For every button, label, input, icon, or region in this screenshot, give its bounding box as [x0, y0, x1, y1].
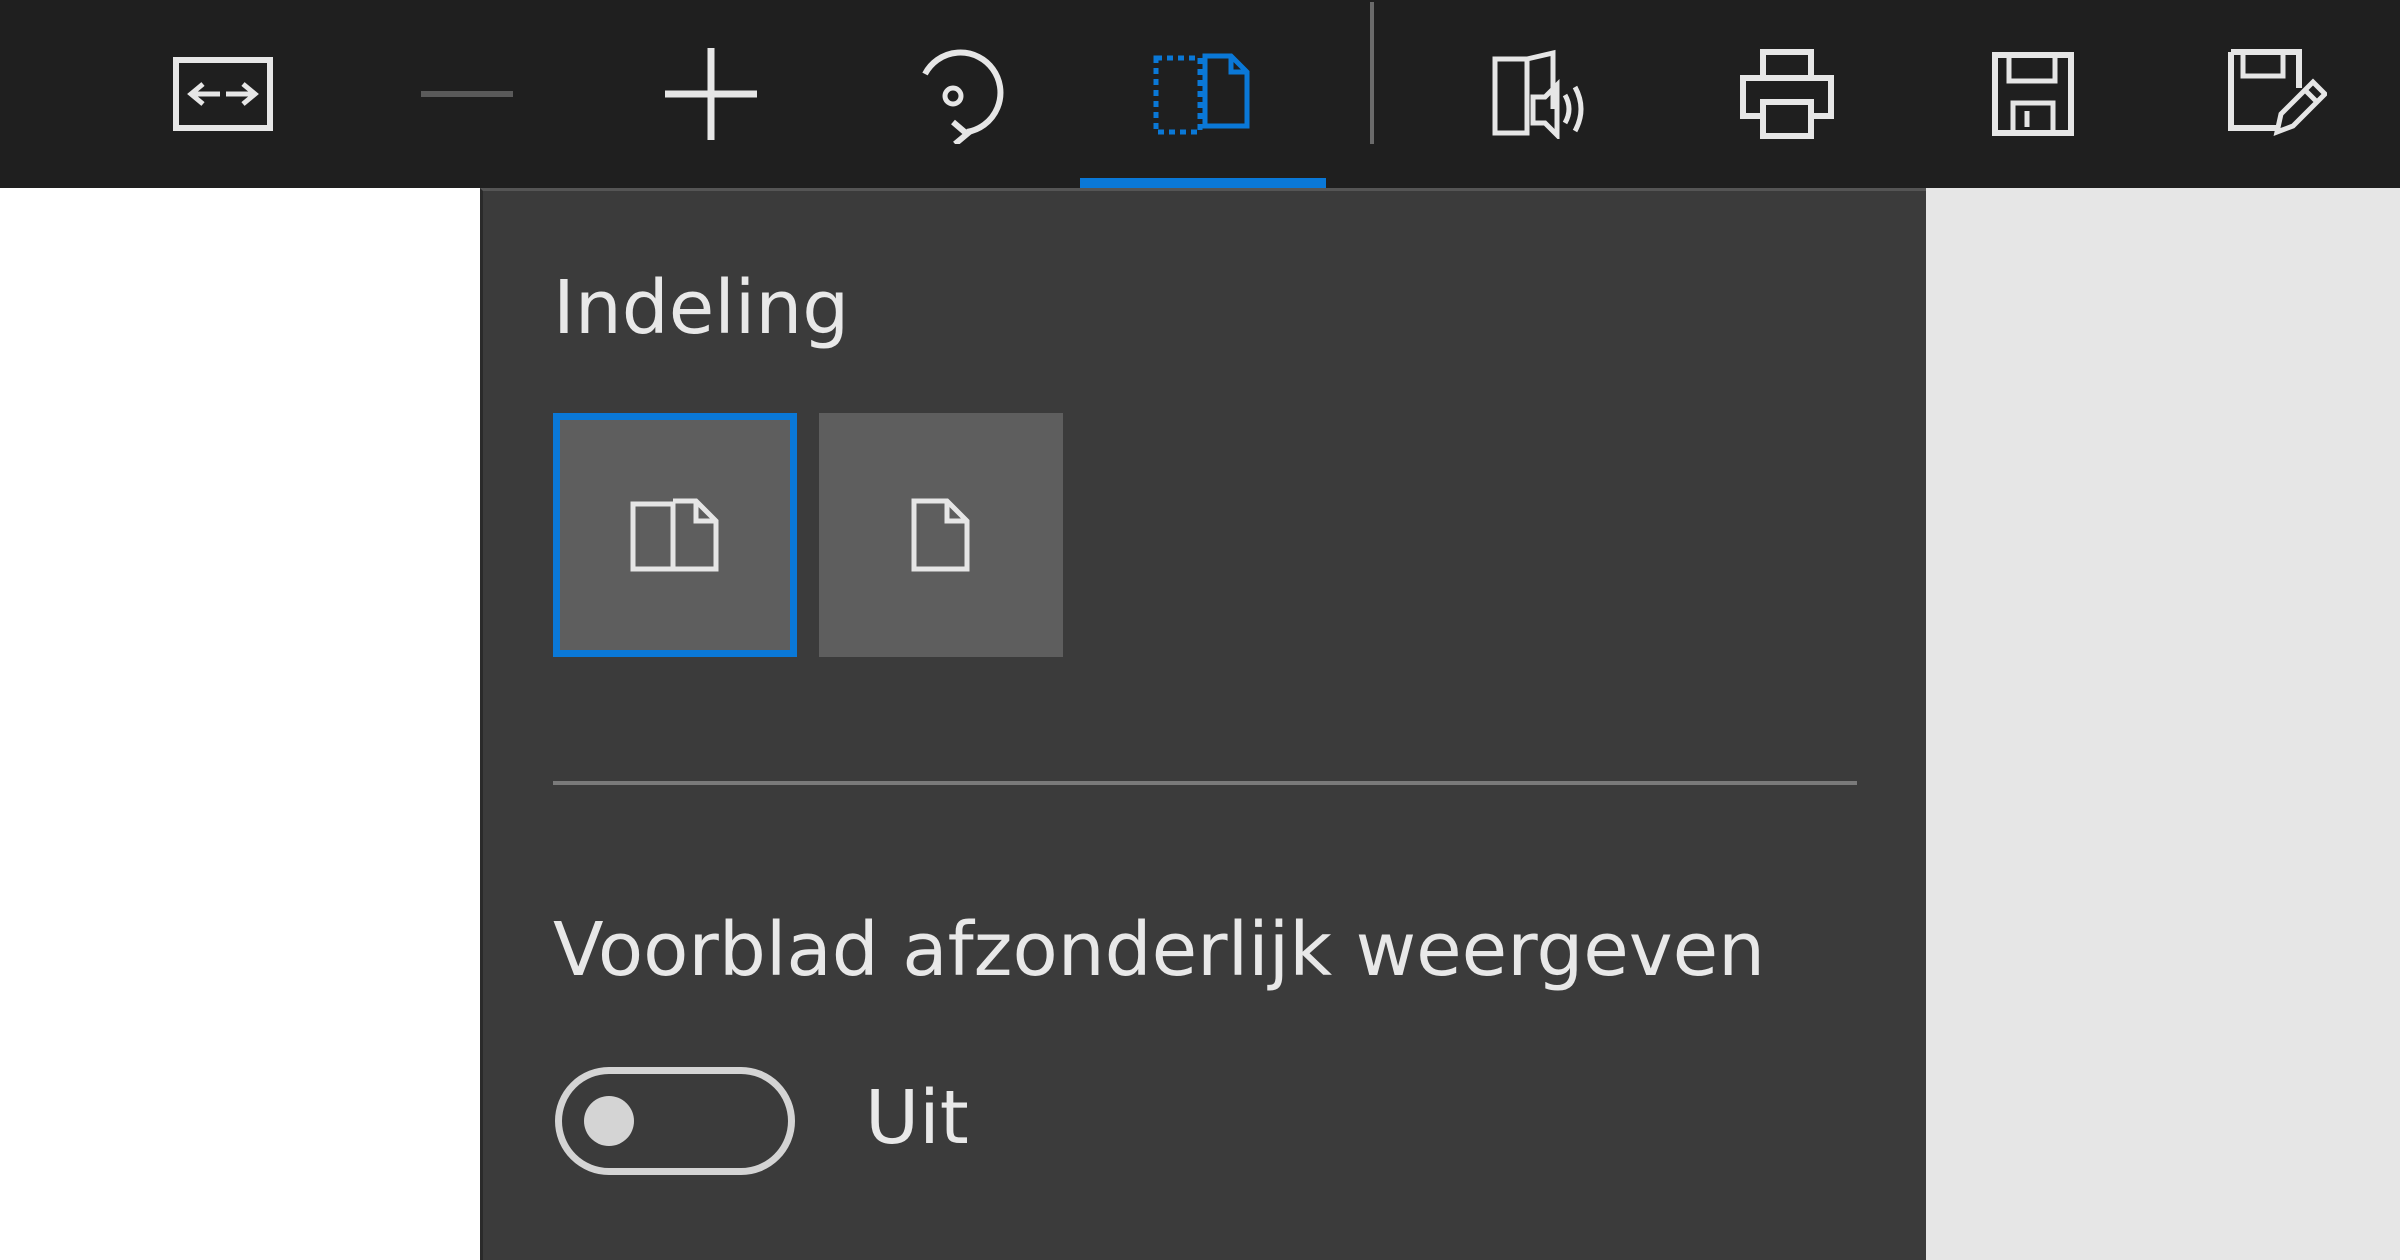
- cover-page-toggle[interactable]: [555, 1067, 795, 1175]
- plus-icon: [665, 48, 757, 140]
- single-page-layout-button[interactable]: [819, 413, 1063, 657]
- print-button[interactable]: [1664, 0, 1910, 188]
- toolbar: [0, 0, 2400, 188]
- toggle-knob: [584, 1096, 634, 1146]
- document-area: [1926, 188, 2400, 1260]
- save-button[interactable]: [1910, 0, 2156, 188]
- zoom-in-button[interactable]: [588, 0, 834, 188]
- cover-page-label: Voorblad afzonderlijk weergeven: [553, 907, 1766, 993]
- rotate-icon: [922, 49, 1004, 144]
- flyout-divider: [553, 781, 1857, 785]
- minus-icon: [421, 91, 513, 97]
- fit-width-icon: [173, 57, 273, 131]
- read-aloud-button[interactable]: [1418, 0, 1664, 188]
- toolbar-separator: [1370, 2, 1374, 144]
- flyout-heading: Indeling: [553, 265, 850, 351]
- page-layout-button[interactable]: [1080, 0, 1326, 188]
- printer-icon: [1740, 49, 1834, 139]
- page-layout-icon: [1153, 53, 1250, 135]
- zoom-out-button[interactable]: [344, 0, 590, 188]
- two-page-icon: [630, 498, 719, 572]
- two-page-layout-button[interactable]: [553, 413, 797, 657]
- rotate-button[interactable]: [832, 0, 1078, 188]
- save-icon: [1992, 52, 2074, 136]
- single-page-icon: [911, 498, 970, 572]
- toggle-state-label: Uit: [865, 1075, 969, 1161]
- save-as-button[interactable]: [2154, 0, 2400, 188]
- save-as-icon: [2228, 49, 2327, 136]
- layout-flyout: Indeling Voorblad afzonderlijk weergeven…: [480, 188, 1926, 1260]
- fit-width-button[interactable]: [100, 0, 346, 188]
- read-aloud-icon: [1492, 49, 1584, 139]
